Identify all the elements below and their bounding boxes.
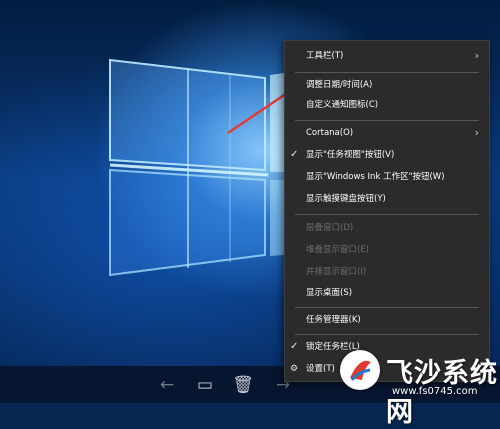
menu-item-side-by-side-windows: 并排显示窗口(I) bbox=[285, 262, 489, 282]
gear-icon: ⚙ bbox=[290, 364, 299, 374]
menu-item-show-desktop[interactable]: 显示桌面(S) bbox=[285, 283, 489, 303]
menu-item-toolbars[interactable]: 工具栏(T) › bbox=[285, 46, 489, 66]
menu-item-show-windows-ink-button[interactable]: 显示"Windows Ink 工作区"按钮(W) bbox=[285, 167, 489, 187]
menu-item-label: 工具栏(T) bbox=[306, 51, 344, 61]
menu-item-label: 层叠窗口(D) bbox=[306, 223, 354, 233]
menu-item-show-task-view-button[interactable]: ✓ 显示"任务视图"按钮(V) bbox=[285, 145, 489, 165]
checkmark-icon: ✓ bbox=[290, 149, 299, 160]
menu-item-label: 自定义通知图标(C) bbox=[306, 100, 379, 110]
menu-item-show-touch-keyboard-button[interactable]: 显示触摸键盘按钮(Y) bbox=[285, 189, 489, 209]
menu-item-adjust-date-time[interactable]: 调整日期/时间(A) bbox=[285, 75, 489, 95]
menu-item-label: Cortana(O) bbox=[306, 128, 354, 138]
menu-separator bbox=[295, 72, 479, 73]
menu-separator bbox=[295, 120, 479, 121]
menu-item-label: 任务管理器(K) bbox=[306, 315, 361, 325]
menu-separator bbox=[295, 307, 479, 308]
menu-item-label: 显示"Windows Ink 工作区"按钮(W) bbox=[306, 172, 445, 182]
logo-mark-icon bbox=[350, 360, 371, 381]
menu-separator bbox=[295, 214, 479, 215]
menu-item-label: 显示"任务视图"按钮(V) bbox=[306, 150, 395, 160]
checkmark-icon: ✓ bbox=[290, 341, 299, 352]
menu-item-label: 堆叠显示窗口(E) bbox=[306, 245, 370, 255]
trash-icon[interactable]: 🗑 bbox=[228, 371, 258, 399]
menu-item-label: 显示桌面(S) bbox=[306, 288, 353, 298]
menu-item-label: 并排显示窗口(I) bbox=[306, 267, 367, 277]
menu-separator bbox=[295, 334, 479, 335]
menu-item-cortana[interactable]: Cortana(O) › bbox=[285, 123, 489, 143]
taskbar-context-menu: 工具栏(T) › 调整日期/时间(A) 自定义通知图标(C) Cortana(O… bbox=[284, 40, 490, 382]
menu-item-label: 设置(T) bbox=[306, 364, 335, 374]
menu-item-label: 调整日期/时间(A) bbox=[306, 80, 373, 90]
menu-item-task-manager[interactable]: 任务管理器(K) bbox=[285, 310, 489, 330]
chevron-right-icon: › bbox=[474, 49, 479, 62]
back-arrow-icon[interactable]: ← bbox=[152, 371, 182, 399]
menu-item-customize-notification-icons[interactable]: 自定义通知图标(C) bbox=[285, 95, 489, 115]
menu-item-cascade-windows: 层叠窗口(D) bbox=[285, 218, 489, 238]
note-icon[interactable]: ▭ bbox=[190, 371, 220, 399]
site-logo bbox=[340, 350, 380, 390]
watermark-url: www.fs0745.com bbox=[392, 386, 478, 397]
menu-item-label: 显示触摸键盘按钮(Y) bbox=[306, 194, 386, 204]
chevron-right-icon: › bbox=[474, 126, 479, 139]
menu-item-stack-windows: 堆叠显示窗口(E) bbox=[285, 240, 489, 260]
